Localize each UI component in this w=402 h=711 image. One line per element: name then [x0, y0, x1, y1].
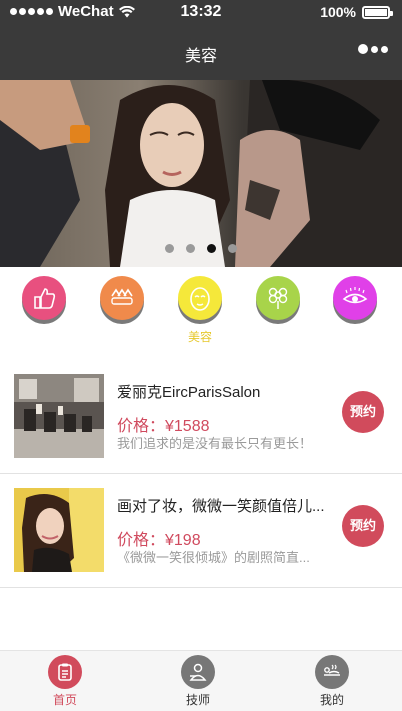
item-thumbnail [14, 374, 104, 458]
more-options-button[interactable] [358, 44, 388, 54]
category-label [250, 328, 306, 342]
category-beauty[interactable]: 美容 [172, 276, 228, 344]
banner-image [0, 80, 402, 267]
pager-dot-active[interactable] [207, 244, 216, 253]
more-dot-icon [358, 44, 368, 54]
battery-indicator: 100% [320, 4, 393, 20]
category-flower[interactable] [250, 276, 306, 342]
book-button[interactable]: 预约 [342, 505, 384, 547]
tab-profile[interactable]: 我的 [302, 655, 362, 708]
tab-label: 我的 [319, 693, 344, 707]
book-button[interactable]: 预约 [342, 391, 384, 433]
flower-icon [256, 276, 300, 320]
item-description: 我们追求的是没有最长只有更长！ [117, 436, 313, 451]
tab-bar: 首页 技师 我的 [0, 650, 402, 711]
status-bar: WeChat 13:32 100% [0, 0, 402, 26]
tab-label: 首页 [52, 693, 77, 707]
list-item[interactable]: 爱丽克EircParisSalon 价格：¥1588 我们追求的是没有最长只有更… [0, 361, 402, 474]
tab-home[interactable]: 首页 [35, 655, 95, 708]
list-item[interactable]: 画对了妆，微微一笑颜值倍儿... 价格：¥198 《微微一笑很倾城》的剧照简直.… [0, 475, 402, 588]
tab-label: 技师 [185, 693, 210, 707]
massage-icon [315, 655, 349, 689]
pager-dot[interactable] [186, 244, 195, 253]
page-title: 美容 [184, 48, 217, 65]
item-title: 画对了妆，微微一笑颜值倍儿... [117, 498, 325, 515]
banner-carousel[interactable] [0, 80, 402, 267]
pager-dot[interactable] [228, 244, 237, 253]
top-bar: WeChat 13:32 100% 美容 [0, 0, 402, 80]
category-eye[interactable] [327, 276, 383, 342]
category-label [327, 328, 383, 342]
category-row: 美容 [0, 276, 402, 356]
item-title: 爱丽克EircParisSalon [117, 384, 261, 401]
eye-icon [333, 276, 377, 320]
category-label-beauty: 美容 [187, 330, 212, 344]
tab-technician[interactable]: 技师 [168, 655, 228, 708]
category-thumbs-up[interactable] [16, 276, 72, 342]
category-label [94, 328, 150, 342]
battery-icon [362, 5, 393, 19]
pager-dot[interactable] [165, 244, 174, 253]
item-description: 《微微一笑很倾城》的剧照简直... [117, 550, 310, 565]
category-label [16, 328, 72, 342]
nail-icon [100, 276, 144, 320]
banner-pager [165, 244, 237, 253]
item-thumbnail [14, 488, 104, 572]
technician-icon [181, 655, 215, 689]
category-nails[interactable] [94, 276, 150, 342]
face-icon [178, 276, 222, 320]
thumbs-up-icon [22, 276, 66, 320]
battery-percent: 100% [320, 4, 356, 20]
clipboard-icon [48, 655, 82, 689]
